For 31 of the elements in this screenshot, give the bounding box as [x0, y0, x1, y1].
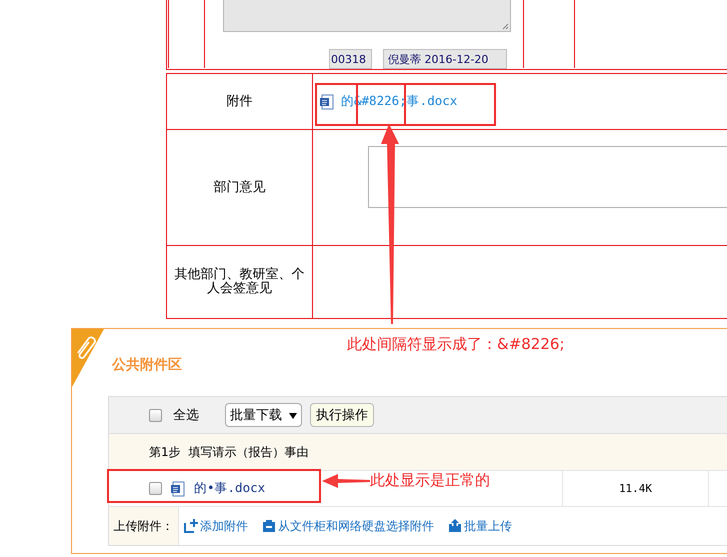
word-document-icon	[319, 94, 335, 110]
word-document-icon	[170, 480, 186, 496]
annotation-text: 此处间隔符显示成了：&#8226;	[347, 335, 564, 354]
file-checkbox[interactable]	[149, 482, 162, 495]
upload-link[interactable]: 批量上传	[448, 518, 512, 534]
upload-icon	[448, 519, 462, 533]
cabinet-icon	[262, 519, 276, 533]
upload-label: 上传附件：	[114, 518, 174, 534]
annotation-arrow	[322, 474, 370, 488]
execute-button[interactable]: 执行操作	[310, 403, 374, 427]
resize-grip-icon	[502, 23, 509, 30]
file-size: 11.4K	[618, 482, 652, 495]
opinion-input[interactable]	[368, 146, 727, 208]
row-label: 附件	[226, 94, 252, 108]
text-area[interactable]	[223, 0, 511, 32]
row-label: 其他部门、教研室、个人会签意见	[174, 268, 306, 296]
upload-link[interactable]: 添加附件	[184, 518, 248, 534]
read-only-field: 倪曼蒂 2016-12-20	[383, 49, 507, 69]
select-all-label: 全选	[173, 407, 199, 424]
file-link[interactable]: 的•事.docx	[194, 480, 266, 497]
batch-action-select[interactable]: 批量下载	[225, 403, 302, 427]
annotation-text: 此处显示是正常的	[370, 471, 490, 490]
add-icon	[184, 519, 198, 533]
upload-link[interactable]: 从文件柜和网络硬盘选择附件	[262, 518, 434, 534]
step-title: 第1步 填写请示（报告）事由	[149, 444, 308, 460]
paperclip-corner-icon	[72, 329, 104, 387]
caret-icon	[289, 413, 298, 419]
select-all-checkbox[interactable]	[149, 408, 162, 422]
panel-title: 公共附件区	[112, 356, 182, 374]
read-only-field: 00318	[329, 49, 372, 69]
row-label: 部门意见	[214, 180, 266, 194]
